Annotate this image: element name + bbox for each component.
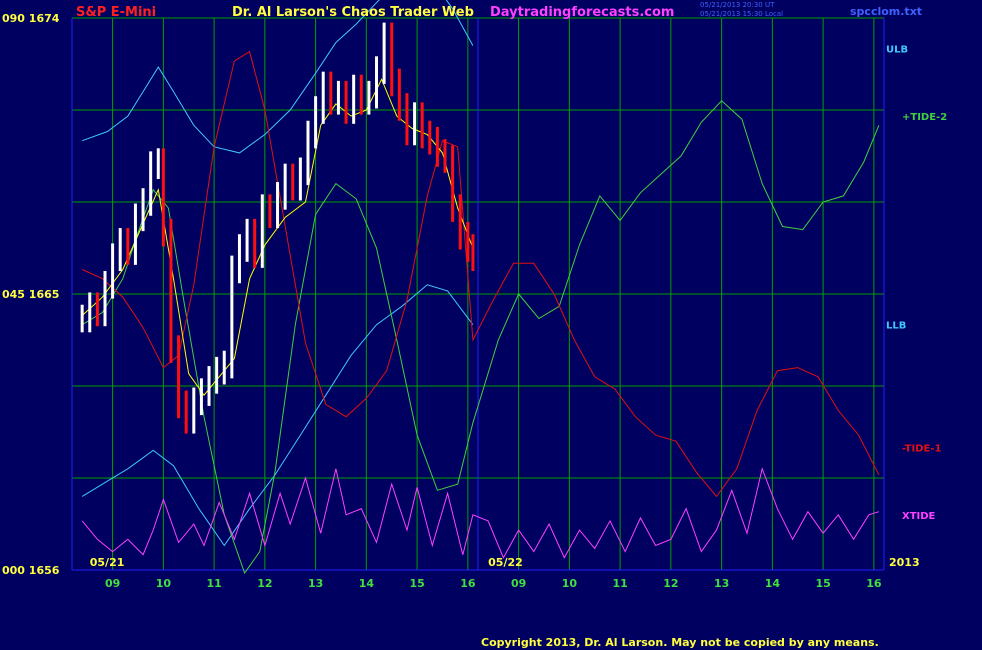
- grid-lines: [71, 17, 885, 571]
- y-tick-label: 090 1674: [2, 12, 60, 25]
- series-layer: [81, 0, 880, 575]
- site-link[interactable]: Daytradingforecasts.com: [490, 5, 674, 20]
- x-tick-label: 10: [562, 577, 578, 590]
- tide-minus-label: -TIDE-1: [902, 443, 942, 454]
- llb-label: LLB: [886, 321, 906, 332]
- x-tick-label: 15: [409, 577, 424, 590]
- symbol-title: S&P E-Mini: [76, 5, 157, 20]
- year-label: 2013: [889, 556, 920, 569]
- x-tick-label: 13: [714, 577, 729, 590]
- timestamp-ut: 05/21/2013 20:30 UT: [700, 1, 775, 9]
- y-tick-label: 000 1656: [2, 564, 60, 577]
- tide-plus-line: [81, 100, 880, 575]
- x-tick-label: 16: [866, 577, 882, 590]
- copyright-text: Copyright 2013, Dr. Al Larson. May not b…: [481, 636, 879, 649]
- file-name: spcclom.txt: [850, 5, 923, 18]
- tide-minus-line: [81, 50, 880, 498]
- x-tick-label: 12: [663, 577, 678, 590]
- ulb-label: ULB: [886, 45, 908, 56]
- y-tick-label: 045 1665: [2, 288, 59, 301]
- x-tick-label: 09: [105, 577, 120, 590]
- x-tick-label: 16: [460, 577, 476, 590]
- timestamp-local: 05/21/2013 15:30 Local: [700, 10, 784, 18]
- x-tick-label: 14: [359, 577, 375, 590]
- axis-labels: 090 1674 045 1665 000 1656 09 10 11 12 13 14 15 16…: [2, 12, 947, 590]
- x-tick-label: 15: [815, 577, 830, 590]
- xtide-label: XTIDE: [902, 511, 936, 522]
- x-tick-label: 12: [257, 577, 272, 590]
- x-tick-label: 14: [765, 577, 781, 590]
- x-tick-label: 10: [156, 577, 172, 590]
- x-tick-label: 11: [612, 577, 627, 590]
- date-label: 05/21: [90, 556, 125, 569]
- x-tick-label: 11: [206, 577, 221, 590]
- chart-canvas: 090 1674 045 1665 000 1656 09 10 11 12 13 14 15 16…: [2, 0, 947, 590]
- date-label: 05/22: [488, 556, 523, 569]
- x-tick-label: 13: [308, 577, 323, 590]
- chart-title: Dr. Al Larson's Chaos Trader Web: [232, 5, 474, 20]
- tide-plus-label: +TIDE-2: [902, 112, 947, 123]
- x-tick-label: 09: [511, 577, 526, 590]
